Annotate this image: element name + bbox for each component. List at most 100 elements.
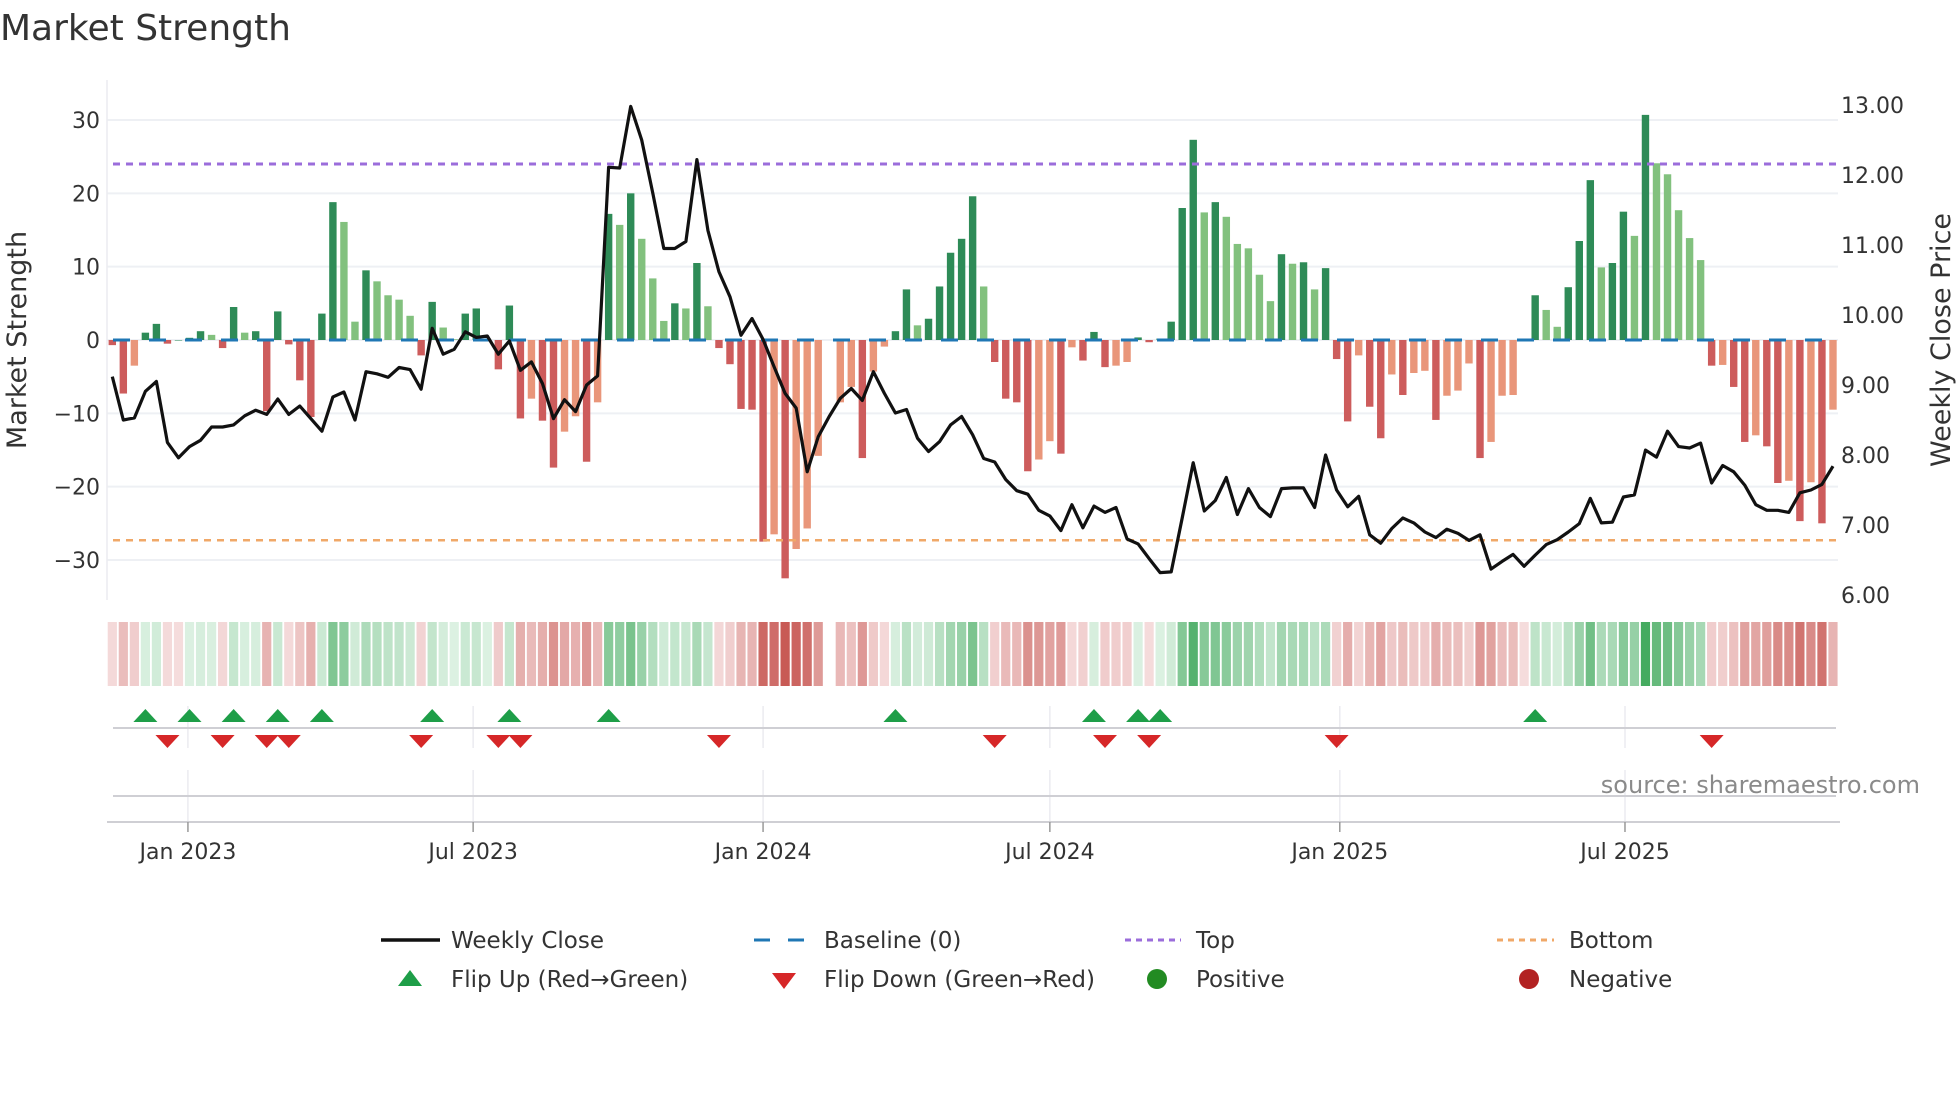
strip-cell — [1508, 622, 1518, 686]
strip-cell — [593, 622, 603, 686]
strip-cell — [857, 622, 867, 686]
strength-bar — [318, 313, 326, 340]
strip-cell — [559, 622, 570, 686]
strip-cell — [537, 622, 548, 686]
strength-bar — [1399, 340, 1407, 395]
strength-bar — [1663, 174, 1672, 340]
strip-cell — [1718, 622, 1728, 686]
strength-bar — [1718, 340, 1727, 365]
strength-bar — [781, 340, 789, 579]
strip-cell — [725, 622, 735, 686]
legend-item-flip-up[interactable]: Flip Up (Red→Green) — [398, 967, 688, 993]
strength-bar — [649, 278, 657, 340]
strip-cell — [1144, 622, 1154, 686]
strength-bar — [1608, 263, 1617, 340]
green-dot-icon — [1147, 969, 1167, 989]
strength-bar — [263, 340, 271, 412]
legend-label: Flip Down (Green→Red) — [824, 967, 1095, 993]
strip-cell — [1056, 622, 1066, 686]
strength-bar — [1685, 238, 1694, 340]
strip-cell — [1574, 622, 1584, 686]
strength-bar — [1189, 139, 1197, 340]
strength-bar — [902, 289, 911, 340]
flip-down-marker — [1324, 735, 1349, 748]
legend-item-baseline[interactable]: Baseline (0) — [754, 928, 961, 954]
strength-bar — [1123, 340, 1131, 362]
strip-cell — [184, 622, 195, 686]
strength-bar — [1829, 340, 1837, 410]
legend-item-top[interactable]: Top — [1125, 928, 1235, 954]
flip-down-marker — [486, 735, 511, 748]
strip-cell — [758, 622, 768, 686]
strength-bar — [1454, 340, 1462, 391]
y-tick-label: 20 — [72, 182, 100, 207]
triangle-up-icon — [398, 970, 422, 986]
y-axis-ticks: 30 20 10 0 −10 −20 −30 — [54, 109, 100, 574]
flip-up-marker — [1126, 709, 1151, 722]
x-tick-label: Jan 2023 — [137, 840, 236, 865]
strength-bar — [362, 270, 370, 340]
strength-bar — [748, 340, 756, 410]
strength-bar — [141, 332, 150, 340]
y-tick-label: 0 — [86, 329, 100, 354]
flip-down-marker — [1093, 735, 1117, 748]
strip-cell — [1243, 622, 1253, 686]
strip-cell — [471, 622, 481, 686]
strip-cell — [107, 622, 117, 686]
flip-up-marker — [1081, 709, 1106, 722]
strip-cell — [1354, 622, 1364, 686]
strip-cell — [1817, 622, 1827, 686]
legend-item-positive[interactable]: Positive — [1147, 967, 1285, 993]
y2-tick-label: 9.00 — [1841, 374, 1890, 399]
strength-bar — [1774, 340, 1782, 483]
strength-bar — [869, 340, 878, 372]
strength-bar — [1807, 340, 1815, 483]
strength-bar — [1597, 267, 1606, 340]
strength-bar — [1696, 260, 1705, 340]
flip-down-marker — [276, 735, 301, 748]
strip-cell — [1376, 622, 1386, 686]
strip-cell — [350, 622, 360, 686]
legend-item-weekly-close[interactable]: Weekly Close — [381, 928, 604, 954]
legend-item-negative[interactable]: Negative — [1519, 967, 1672, 993]
strength-bar — [1079, 340, 1087, 361]
flip-down-marker — [254, 735, 279, 748]
strip-cell — [604, 622, 614, 686]
strip-cell — [901, 622, 912, 686]
strip-cell — [1530, 622, 1540, 686]
strength-bar — [207, 334, 216, 340]
legend-item-bottom[interactable]: Bottom — [1497, 928, 1653, 954]
strip-cell — [262, 622, 272, 686]
strip-cell — [1177, 622, 1187, 686]
strip-cell — [714, 622, 724, 686]
strip-cell — [251, 622, 261, 686]
strip-cell — [780, 622, 790, 686]
y2-tick-label: 7.00 — [1841, 514, 1890, 539]
strip-cell — [912, 622, 923, 686]
strip-cell — [581, 622, 592, 686]
strip-cell — [1100, 622, 1110, 686]
strip-cell — [162, 622, 173, 686]
y2-axis-label: Weekly Close Price — [1926, 213, 1957, 467]
strip-cell — [791, 622, 801, 686]
strength-bar — [847, 340, 856, 387]
strip-cell — [1673, 622, 1684, 686]
strength-heat-strip — [107, 622, 1838, 686]
flip-up-marker — [883, 709, 908, 722]
flip-down-marker — [982, 735, 1007, 748]
flip-down-marker — [508, 735, 533, 748]
strip-cell — [1166, 622, 1176, 686]
strip-cell — [493, 622, 503, 686]
strength-bar — [1233, 243, 1242, 340]
strip-cell — [990, 622, 1000, 686]
strip-cell — [703, 622, 713, 686]
legend-item-flip-down[interactable]: Flip Down (Green→Red) — [772, 967, 1095, 993]
strip-cell — [526, 622, 537, 686]
strip-cell — [923, 622, 934, 686]
strength-bar — [1200, 212, 1208, 340]
strip-cell — [383, 622, 393, 686]
strip-cell — [273, 622, 283, 686]
strength-bar — [1542, 309, 1550, 340]
strength-bar — [1785, 340, 1793, 481]
strip-cell — [1762, 622, 1772, 686]
